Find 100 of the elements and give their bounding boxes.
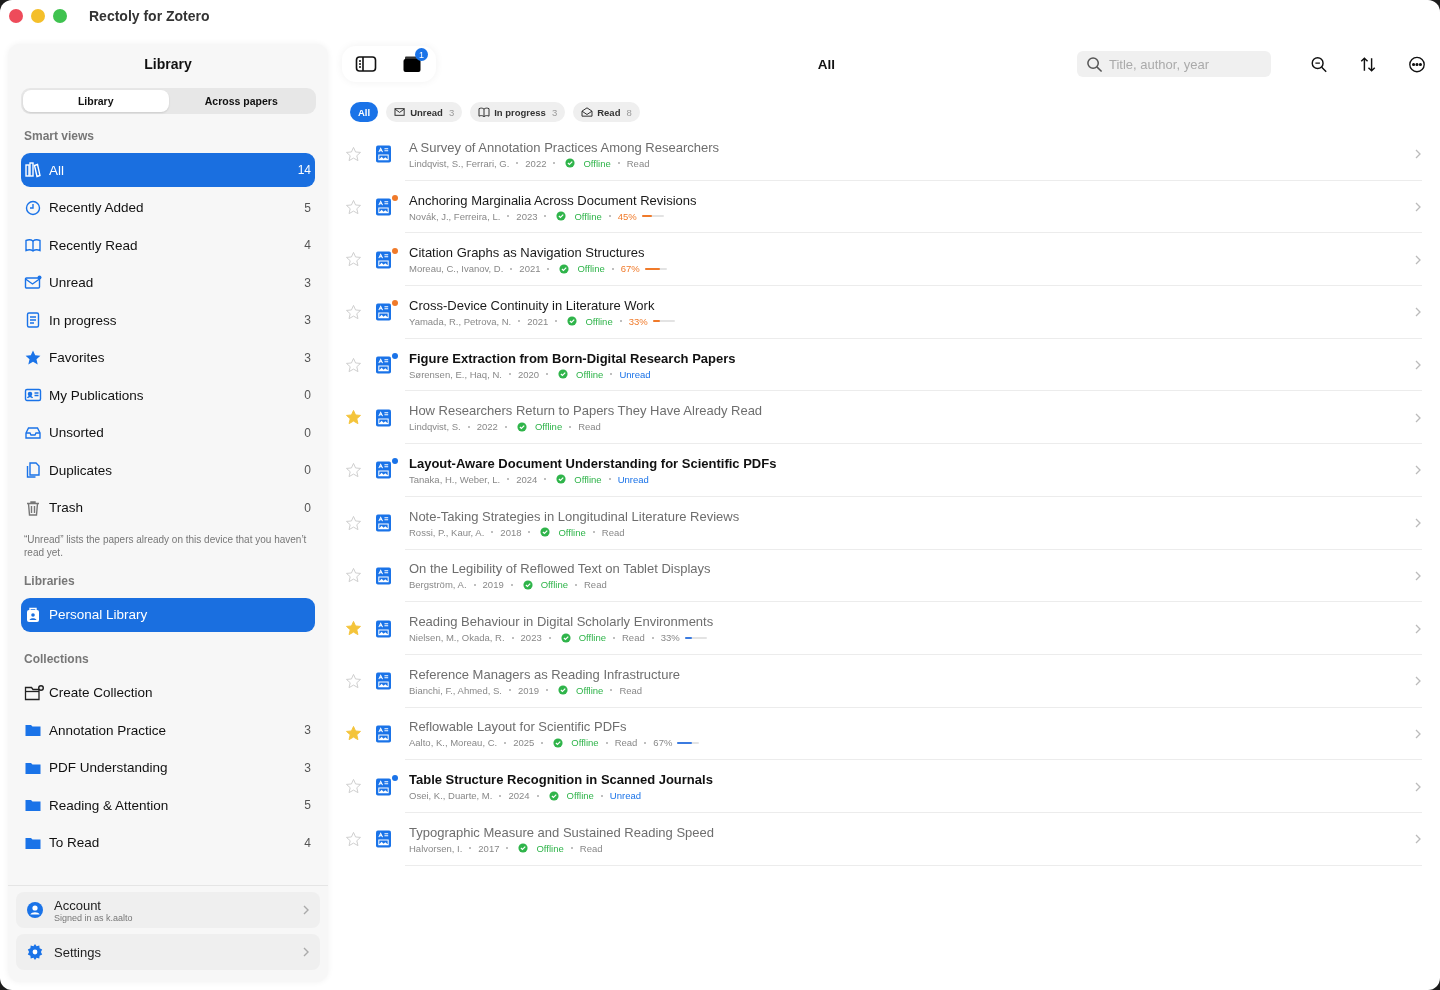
paper-title: On the Legibility of Reflowed Text on Tablet Displays bbox=[409, 561, 712, 577]
paper-row[interactable]: Anchoring Marginalia Across Document Revisions Novák, J., Ferreira, L. 2023 Offline 45% bbox=[342, 180, 1432, 234]
sidebar-item[interactable]: All 14 bbox=[21, 153, 315, 187]
collection-item[interactable]: PDF Understanding 3 bbox=[21, 750, 315, 785]
chevron-icon bbox=[302, 946, 310, 958]
sidebar-item[interactable]: Unsorted 0 bbox=[21, 415, 315, 450]
chevron-icon bbox=[1414, 148, 1422, 161]
segment-tab[interactable]: Library bbox=[23, 90, 169, 112]
check-circle-icon bbox=[522, 579, 533, 590]
sidebar-item[interactable]: In progress 3 bbox=[21, 303, 315, 337]
paper-year: 2023 bbox=[516, 210, 538, 222]
star-icon[interactable] bbox=[345, 251, 362, 269]
chevron-icon bbox=[1414, 306, 1422, 319]
check-circle-icon bbox=[548, 790, 559, 801]
section-heading: Collections bbox=[24, 651, 90, 666]
search-field[interactable]: Title, author, year bbox=[1077, 51, 1271, 77]
chevron-icon bbox=[1414, 833, 1422, 846]
book-icon bbox=[478, 107, 491, 117]
paper-title: How Researchers Return to Papers They Have Already Read bbox=[409, 403, 764, 419]
star-icon[interactable] bbox=[345, 145, 362, 163]
star-icon[interactable] bbox=[345, 725, 362, 743]
paper-row[interactable]: Note-Taking Strategies in Longitudinal Literature Reviews Rossi, P., Kaur, A. 2018 Offline Read bbox=[342, 496, 1432, 550]
check-circle-icon bbox=[556, 474, 567, 485]
star-icon[interactable] bbox=[345, 672, 362, 690]
close-button[interactable] bbox=[9, 9, 23, 23]
star-icon[interactable] bbox=[345, 409, 362, 427]
star-icon[interactable] bbox=[345, 198, 362, 216]
sidebar-item[interactable]: Recently Read 4 bbox=[21, 228, 315, 262]
read-status: Read bbox=[584, 579, 607, 591]
star-icon[interactable] bbox=[345, 356, 362, 374]
collection-item[interactable]: Annotation Practice 3 bbox=[21, 713, 315, 747]
star-icon[interactable] bbox=[345, 830, 362, 848]
sidebar-item[interactable]: Duplicates 0 bbox=[21, 453, 315, 487]
paper-row[interactable]: Reading Behaviour in Digital Scholarly Environments Nielsen, M., Okada, R. 2023 Offline Read 33% bbox=[342, 602, 1432, 655]
star-icon[interactable] bbox=[345, 778, 362, 796]
paper-row[interactable]: How Researchers Return to Papers They Have Already Read Lindqvist, S. 2022 Offline Read bbox=[342, 391, 1432, 445]
paper-authors: Tanaka, H., Weber, L. bbox=[409, 473, 501, 485]
chevron-icon bbox=[302, 904, 310, 916]
read-status: Read bbox=[579, 842, 603, 854]
paper-authors: Aalto, K., Moreau, C. bbox=[409, 737, 498, 749]
paper-row[interactable]: Reflowable Layout for Scientific PDFs Aalto, K., Moreau, C. 2025 Offline Read 67% bbox=[342, 707, 1432, 761]
star-icon[interactable] bbox=[345, 514, 362, 532]
library-item[interactable]: Personal Library bbox=[21, 597, 315, 632]
filter-chip[interactable]: In progress 3 bbox=[470, 102, 566, 122]
paper-row[interactable]: Cross-Device Continuity in Literature Work Yamada, R., Petrova, N. 2021 Offline 33% bbox=[342, 286, 1432, 339]
star-icon[interactable] bbox=[345, 303, 362, 321]
sidebar-item[interactable]: Favorites 3 bbox=[21, 340, 315, 375]
settings-button[interactable]: Settings bbox=[16, 934, 320, 970]
availability-label: Offline bbox=[558, 526, 586, 538]
item-count: 4 bbox=[304, 238, 311, 252]
create-collection-item[interactable]: Create Collection bbox=[21, 675, 315, 710]
read-status: Read bbox=[578, 421, 601, 433]
filter-chip[interactable]: Unread 3 bbox=[386, 102, 463, 122]
star-icon[interactable] bbox=[345, 620, 362, 638]
availability-label: Offline bbox=[536, 842, 564, 854]
filter-chip[interactable]: Read 8 bbox=[573, 102, 640, 122]
sidebar-item[interactable]: Unread 3 bbox=[21, 265, 315, 300]
sidebar-item[interactable]: My Publications 0 bbox=[21, 378, 315, 412]
collection-item[interactable]: Reading & Attention 5 bbox=[21, 788, 315, 822]
paper-title: Reading Behaviour in Digital Scholarly Environments bbox=[409, 614, 715, 630]
window-title: Rectoly for Zotero bbox=[89, 8, 210, 24]
sidebar-item[interactable]: Recently Added 5 bbox=[21, 190, 315, 225]
paper-icon bbox=[376, 724, 391, 743]
progress-percent: 67% bbox=[620, 263, 640, 275]
paper-row[interactable]: Layout-Aware Document Understanding for Scientific PDFs Tanaka, H., Weber, L. 2024 Offline Unread bbox=[342, 444, 1432, 497]
paper-row[interactable]: Citation Graphs as Navigation Structures Moreau, C., Ivanov, D. 2021 Offline 67% bbox=[342, 233, 1432, 287]
notification-badge: 1 bbox=[415, 48, 428, 61]
item-count: 0 bbox=[304, 500, 311, 515]
paper-row[interactable]: Table Structure Recognition in Scanned Journals Osei, K., Duarte, M. 2024 Offline Unread bbox=[342, 760, 1432, 813]
availability-label: Offline bbox=[540, 579, 568, 591]
item-count: 5 bbox=[304, 200, 311, 215]
id-card-icon bbox=[24, 386, 42, 404]
paper-row[interactable]: Figure Extraction from Born-Digital Research Papers Sørensen, E., Haq, N. 2020 Offline Unread bbox=[342, 338, 1432, 392]
item-count: 3 bbox=[304, 275, 311, 290]
account-button[interactable]: Account Signed in as k.aalto bbox=[16, 892, 320, 928]
paper-authors: Novák, J., Ferreira, L. bbox=[409, 210, 501, 222]
paper-row[interactable]: Reference Managers as Reading Infrastructure Bianchi, F., Ahmed, S. 2019 Offline Read bbox=[342, 654, 1432, 708]
star-icon[interactable] bbox=[345, 567, 362, 585]
star-icon[interactable] bbox=[345, 461, 362, 479]
paper-row[interactable]: A Survey of Annotation Practices Among Researchers Lindqvist, S., Ferrari, G. 2022 Offline Read bbox=[342, 128, 1432, 181]
minimize-button[interactable] bbox=[31, 9, 45, 23]
check-circle-icon bbox=[567, 316, 578, 327]
paper-row[interactable]: On the Legibility of Reflowed Text on Tablet Displays Bergström, A. 2019 Offline Read bbox=[342, 549, 1432, 603]
read-status: Unread bbox=[619, 368, 651, 380]
paper-title: Typographic Measure and Sustained Reading Speed bbox=[409, 824, 715, 840]
paper-row[interactable]: Typographic Measure and Sustained Reading Speed Halvorsen, I. 2017 Offline Read bbox=[342, 812, 1432, 866]
read-status: Read bbox=[619, 684, 643, 696]
person-badge-icon bbox=[24, 605, 42, 624]
paper-icon bbox=[376, 198, 391, 217]
read-status: Unread bbox=[609, 790, 642, 802]
segment-tab[interactable]: Across papers bbox=[168, 90, 314, 112]
stack-button[interactable]: 1 bbox=[394, 46, 430, 82]
check-circle-icon bbox=[516, 421, 527, 432]
check-circle-icon bbox=[560, 632, 571, 643]
filter-chip[interactable]: All bbox=[350, 102, 379, 122]
progress-percent: 67% bbox=[653, 737, 673, 749]
document-icon bbox=[24, 311, 42, 329]
collection-item[interactable]: To Read 4 bbox=[21, 825, 315, 860]
sidebar-item[interactable]: Trash 0 bbox=[21, 490, 315, 525]
paper-authors: Moreau, C., Ivanov, D. bbox=[409, 263, 504, 275]
